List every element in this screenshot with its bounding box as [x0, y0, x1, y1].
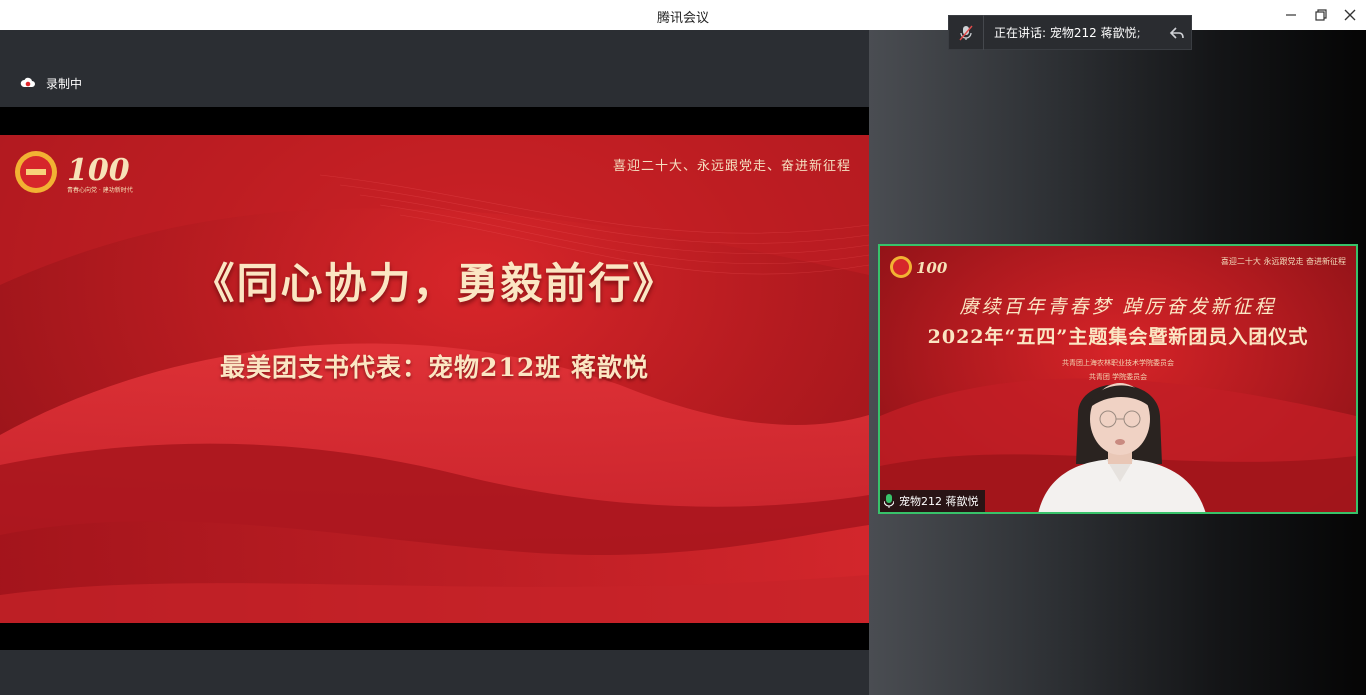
slide-slogan: 喜迎二十大、永远跟党走、奋进新征程	[612, 159, 851, 174]
participant-name: 宠物212 蒋歆悦	[899, 495, 979, 508]
video-logo-number: 100	[916, 259, 948, 277]
participant-video-feed	[1028, 364, 1218, 512]
reply-arrow-icon	[1169, 26, 1184, 39]
restore-button[interactable]	[1310, 5, 1332, 25]
muted-mic-icon[interactable]	[949, 15, 984, 50]
participant-video-tile[interactable]: 100 喜迎二十大 永远跟党走 奋进新征程 赓续百年青春梦 踔厉奋发新征程 20…	[878, 244, 1358, 514]
video-backdrop-line1: 赓续百年青春梦 踔厉奋发新征程	[959, 296, 1277, 318]
close-icon	[1344, 9, 1356, 21]
league-100-logo: 100 青春心向党 · 建功新时代	[13, 147, 143, 197]
close-button[interactable]	[1339, 5, 1361, 25]
minimize-icon	[1286, 14, 1296, 16]
logo-number: 100	[67, 153, 130, 188]
logo-tagline: 青春心向党 · 建功新时代	[67, 186, 133, 194]
share-frame: 100 青春心向党 · 建功新时代 喜迎二十大、永远跟党走、奋进新征程 《同心协…	[0, 107, 869, 650]
video-backdrop-logo: 100	[888, 254, 958, 280]
slide-title: 《同心协力，勇毅前行》	[192, 259, 677, 308]
video-backdrop-line2: 2022年“五四”主题集会暨新团员入团仪式	[927, 326, 1309, 348]
recording-label: 录制中	[46, 76, 83, 91]
video-backdrop-slogan: 喜迎二十大 永远跟党走 奋进新征程	[1220, 257, 1346, 266]
speaking-indicator[interactable]: 正在讲话: 宠物212 蒋歆悦;	[948, 15, 1192, 50]
speaking-label: 正在讲话: 宠物212 蒋歆悦;	[994, 26, 1141, 40]
participant-name-tag: 宠物212 蒋歆悦	[880, 490, 985, 512]
recording-cloud-icon	[20, 75, 36, 91]
slide-subtitle: 最美团支书代表：宠物212班 蒋歆悦	[220, 353, 649, 382]
mic-active-icon	[884, 494, 894, 508]
minimize-button[interactable]	[1280, 5, 1302, 25]
presentation-slide: 100 青春心向党 · 建功新时代 喜迎二十大、永远跟党走、奋进新征程 《同心协…	[0, 135, 869, 623]
shared-screen-area: 录制中 100 青春心向党 · 建功新时代 喜迎二十大、永远跟党走、奋进新征程 …	[0, 30, 869, 695]
restore-icon	[1315, 9, 1327, 21]
recording-indicator[interactable]: 录制中	[20, 75, 82, 91]
